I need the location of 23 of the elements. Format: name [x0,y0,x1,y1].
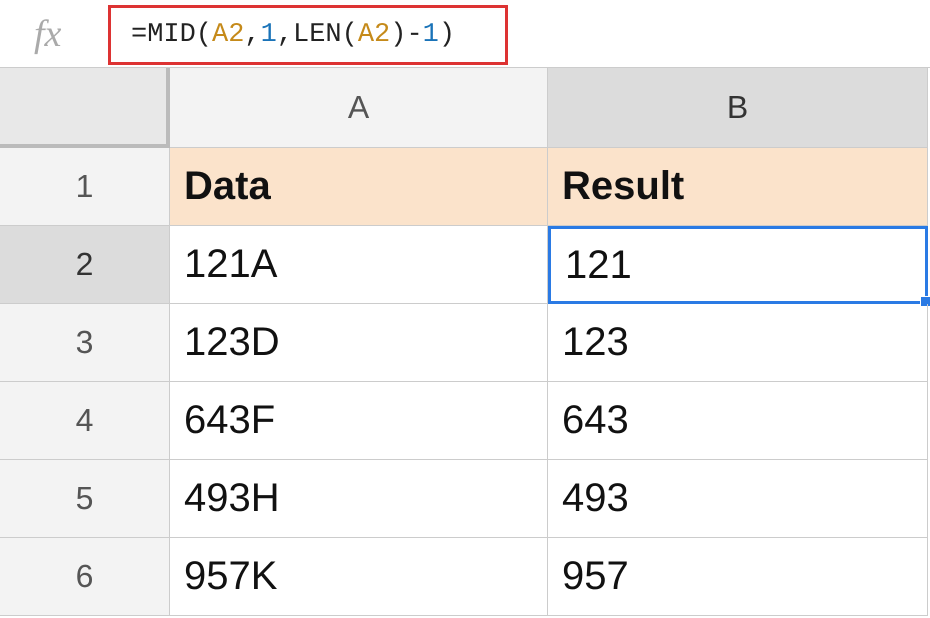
formula-field[interactable]: =MID(A2,1,LEN(A2)-1) [108,4,508,64]
row-header[interactable]: 1 [0,148,170,226]
function-label: fx [33,12,62,56]
column-header[interactable]: A [170,68,548,148]
cell-text: 643 [562,398,629,443]
cell-text: Result [562,164,684,209]
cell-text: Data [184,164,271,209]
row-header[interactable]: 2 [0,226,170,304]
column-header[interactable]: B [548,68,928,148]
row-header[interactable]: 6 [0,538,170,616]
cell-text: 123 [562,320,629,365]
row-header[interactable]: 3 [0,304,170,382]
cell-text: 957 [562,554,629,599]
cell-text: 123D [184,320,280,365]
cell-text: 957K [184,554,278,599]
row-header[interactable]: 5 [0,460,170,538]
fill-handle[interactable] [920,296,930,307]
cell-text: 121A [184,242,278,287]
cell-text: 643F [184,398,276,443]
cell-text: 121 [565,242,632,288]
cell-text: 493 [562,476,629,521]
row-header[interactable]: 4 [0,382,170,460]
cell-text: 493H [184,476,280,521]
